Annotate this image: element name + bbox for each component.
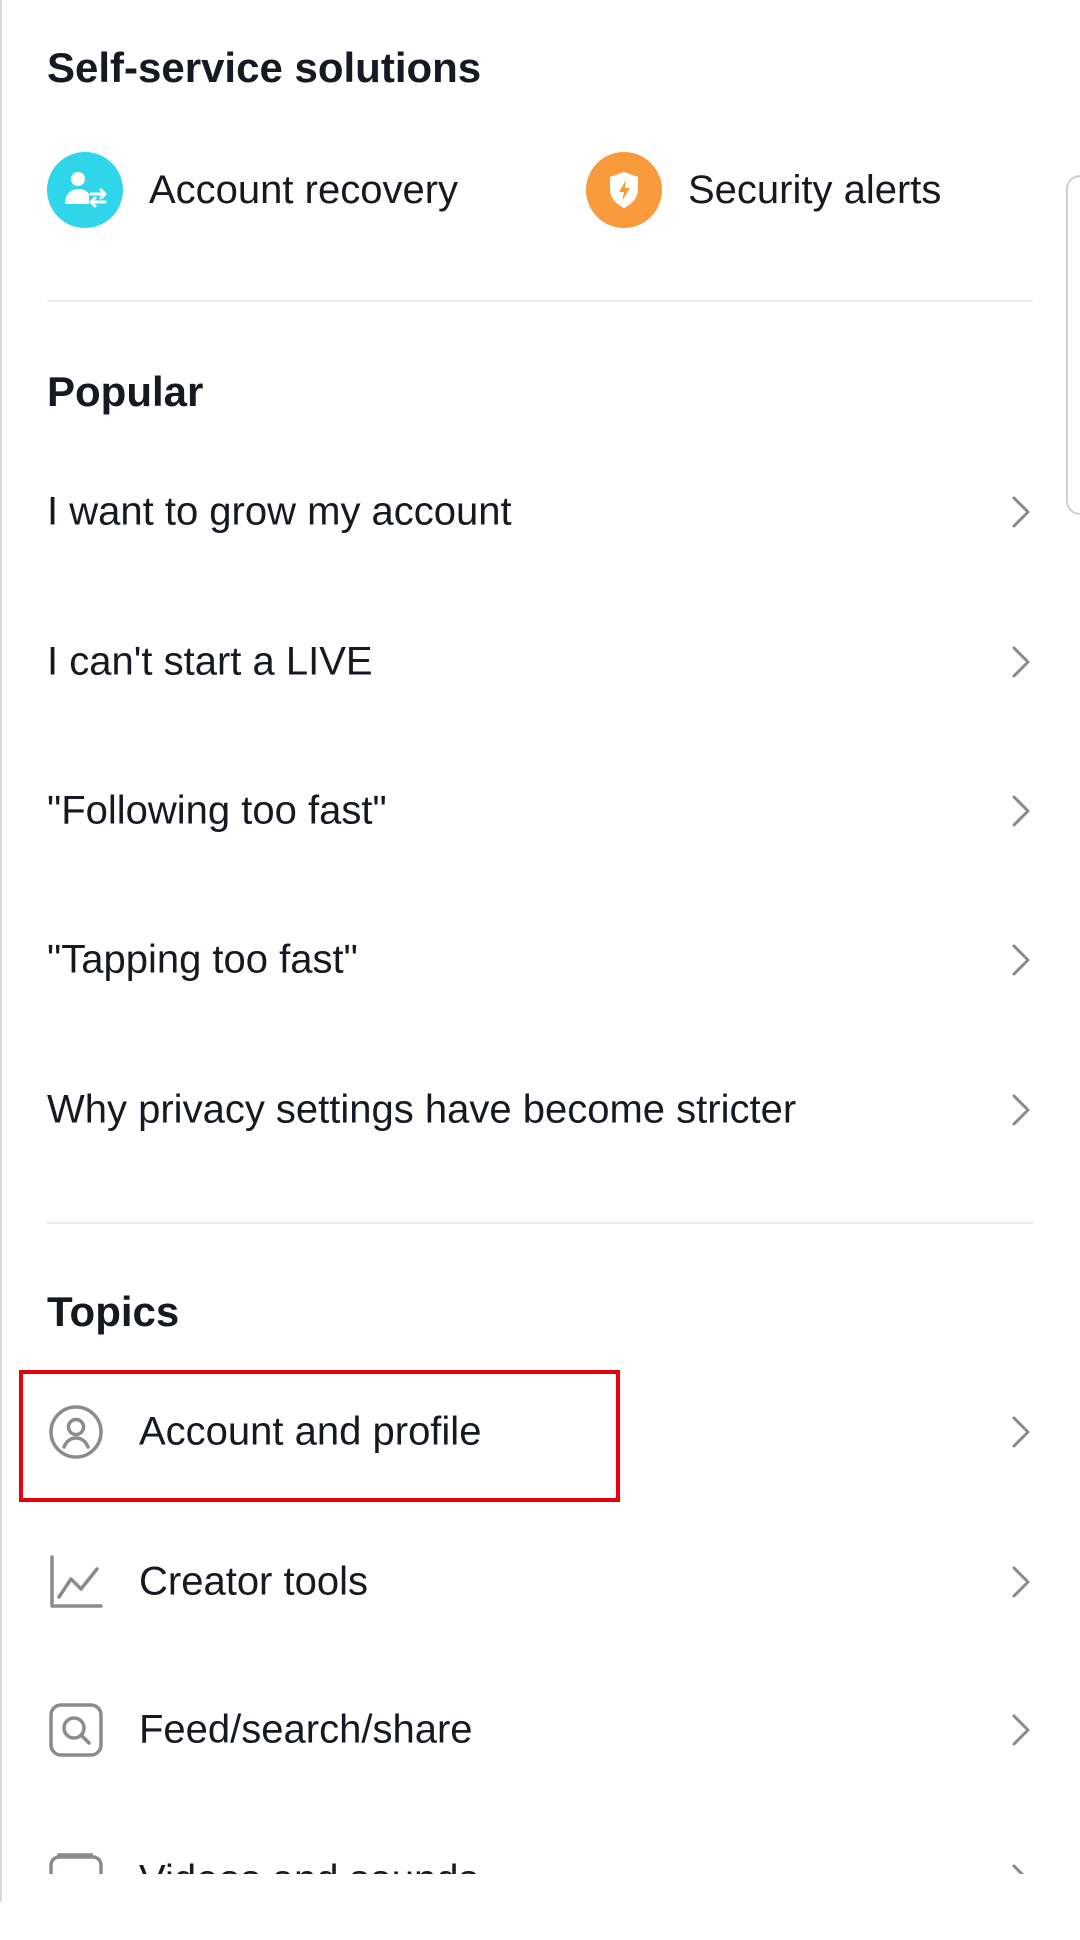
chevron-right-icon xyxy=(1012,795,1030,827)
chevron-right-icon xyxy=(1012,1094,1030,1126)
popular-item-tapping-too-fast[interactable]: "Tapping too fast" xyxy=(47,900,1033,1020)
topic-label: Feed/search/share xyxy=(139,1707,473,1752)
chevron-right-icon xyxy=(1012,1416,1030,1448)
self-service-row: Account recovery Security alerts xyxy=(47,152,1033,228)
topic-account-and-profile[interactable]: Account and profile xyxy=(47,1372,1033,1492)
topics-title: Topics xyxy=(47,1288,180,1335)
topic-feed-search-share[interactable]: Feed/search/share xyxy=(47,1670,1033,1790)
chevron-right-icon xyxy=(1012,646,1030,678)
popular-item-start-live[interactable]: I can't start a LIVE xyxy=(47,602,1033,722)
topic-label: Videos and sounds xyxy=(139,1857,479,1902)
popular-title: Popular xyxy=(47,368,204,415)
chevron-right-icon xyxy=(1012,944,1030,976)
popular-item-label: I can't start a LIVE xyxy=(47,639,373,684)
search-box-icon xyxy=(49,1703,103,1757)
topic-label: Creator tools xyxy=(139,1559,368,1604)
line-chart-icon xyxy=(50,1555,103,1608)
account-recovery-button[interactable]: Account recovery xyxy=(47,152,458,228)
account-recovery-label: Account recovery xyxy=(149,167,459,212)
left-edge xyxy=(0,0,2,1902)
popular-item-label: "Following too fast" xyxy=(47,788,387,833)
popular-item-label: "Tapping too fast" xyxy=(47,937,358,982)
popular-item-grow-account[interactable]: I want to grow my account xyxy=(47,452,1033,572)
video-icon xyxy=(49,1853,103,1874)
topic-videos-and-sounds[interactable]: Videos and sounds xyxy=(47,1820,1033,1902)
scrollbar[interactable] xyxy=(1066,175,1080,515)
chevron-right-icon xyxy=(1012,1566,1030,1598)
popular-item-privacy-settings[interactable]: Why privacy settings have become stricte… xyxy=(47,1050,1033,1170)
topic-label: Account and profile xyxy=(139,1409,482,1454)
self-service-title: Self-service solutions xyxy=(47,44,482,91)
chevron-right-icon xyxy=(1012,1714,1030,1746)
chevron-right-icon xyxy=(1012,496,1030,528)
popular-item-following-too-fast[interactable]: "Following too fast" xyxy=(47,751,1033,871)
account-recovery-icon xyxy=(47,152,123,228)
chevron-right-icon xyxy=(1012,1864,1025,1874)
security-alerts-label: Security alerts xyxy=(688,167,942,212)
shield-alert-icon xyxy=(586,152,662,228)
security-alerts-button[interactable]: Security alerts xyxy=(586,152,941,228)
user-circle-icon xyxy=(49,1405,103,1459)
topic-creator-tools[interactable]: Creator tools xyxy=(47,1522,1033,1642)
popular-item-label: I want to grow my account xyxy=(47,489,512,534)
popular-item-label: Why privacy settings have become stricte… xyxy=(47,1087,797,1132)
section-divider xyxy=(47,300,1033,302)
section-divider xyxy=(47,1222,1033,1224)
